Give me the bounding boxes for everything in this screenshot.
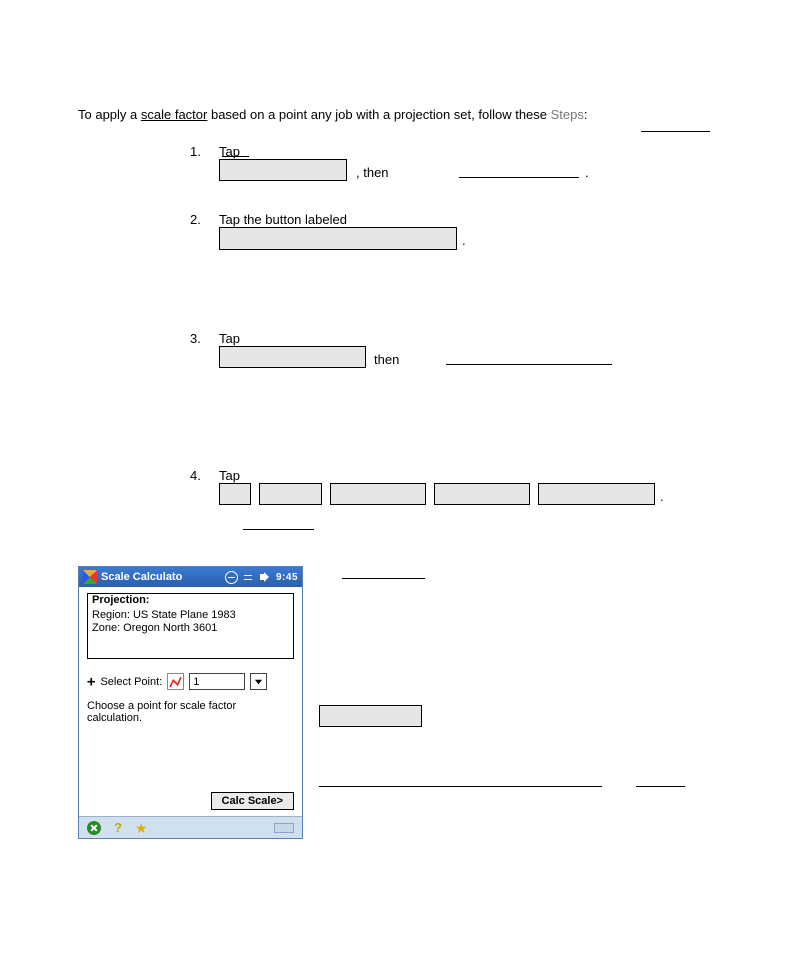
- connectivity-icon[interactable]: [225, 571, 238, 584]
- tip-tap: tap: [612, 773, 630, 791]
- projection-zone: Zone: Oregon North 3601: [92, 622, 289, 634]
- help-icon[interactable]: ?: [111, 821, 125, 835]
- underline-scale-factor-2: [243, 529, 314, 530]
- projection-group: Projection: Region: US State Plane 1983 …: [87, 593, 294, 659]
- dialog-titlebar: Scale Calculato 9:45: [79, 567, 302, 587]
- close-icon[interactable]: [87, 821, 101, 835]
- field-select-point: [219, 346, 366, 368]
- scale-calculator-dialog: Scale Calculato 9:45 Projection: Region:…: [78, 566, 303, 839]
- select-point-input[interactable]: [189, 673, 245, 690]
- paragraph-intro: To apply a scale factor based on a point…: [78, 106, 718, 124]
- volume-icon[interactable]: [259, 571, 272, 584]
- sync-icon[interactable]: [242, 571, 255, 584]
- step1-num: 1.: [190, 143, 201, 161]
- step3-num: 3.: [190, 330, 201, 348]
- dialog-title: Scale Calculato: [101, 571, 182, 583]
- underline-overview: [636, 786, 685, 787]
- field-cal: [259, 483, 322, 505]
- map-pick-icon[interactable]: [167, 673, 184, 690]
- step4-a: A: [219, 516, 228, 534]
- field-scale-factor: [219, 159, 347, 181]
- step2-num: 2.: [190, 211, 201, 229]
- underline-generic-1: [342, 578, 425, 579]
- step3-then: then: [374, 351, 399, 369]
- underline-choose-a-point: [446, 364, 612, 365]
- step3-tail: for scale factor: [617, 351, 702, 369]
- field-base-on-point: [219, 227, 457, 250]
- step1-then: , then: [356, 164, 389, 182]
- note-elevation: Note: the selected point should have a k…: [219, 418, 709, 453]
- step1-period: .: [585, 164, 589, 182]
- plus-icon[interactable]: +: [87, 674, 95, 690]
- projection-region: Region: US State Plane 1983: [92, 609, 289, 621]
- field-calc-scal: [434, 483, 530, 505]
- start-flag-icon[interactable]: [83, 570, 97, 584]
- favorite-icon[interactable]: ★: [135, 821, 149, 835]
- clock[interactable]: 9:45: [276, 572, 298, 583]
- point-dropdown-button[interactable]: [250, 673, 267, 690]
- select-point-hint: Choose a point for scale factor calculat…: [87, 700, 294, 724]
- field-calc-sc: [330, 483, 426, 505]
- step2-label: Tap the button labeled: [219, 211, 347, 229]
- step3-tap: Tap: [219, 330, 240, 348]
- field-calc-scale: [538, 483, 655, 505]
- step4-period: .: [660, 488, 664, 506]
- step4-tap: Tap: [219, 467, 240, 485]
- note-projection-set: Note: this button only appears when a pr…: [219, 280, 709, 298]
- underline-calc-scale-factor: [459, 177, 579, 178]
- step1-label: Tap: [219, 143, 240, 161]
- underline-tip: [319, 786, 602, 787]
- calc-scale-button[interactable]: Calc Scale>: [211, 792, 294, 810]
- step3-cont: calculation from the map, from a list, o…: [219, 370, 709, 388]
- dialog-bottombar: ? ★: [79, 816, 302, 838]
- field-ok-scale-factor: [319, 705, 422, 727]
- step2-end: .: [462, 232, 466, 250]
- projection-group-title: Projection:: [92, 594, 289, 606]
- select-point-label: Select Point:: [100, 676, 162, 688]
- field-c: [219, 483, 251, 505]
- underline-steps: [641, 131, 710, 132]
- step4-num: 4.: [190, 467, 201, 485]
- keyboard-icon[interactable]: [274, 823, 294, 833]
- underline-tap1: [222, 156, 249, 157]
